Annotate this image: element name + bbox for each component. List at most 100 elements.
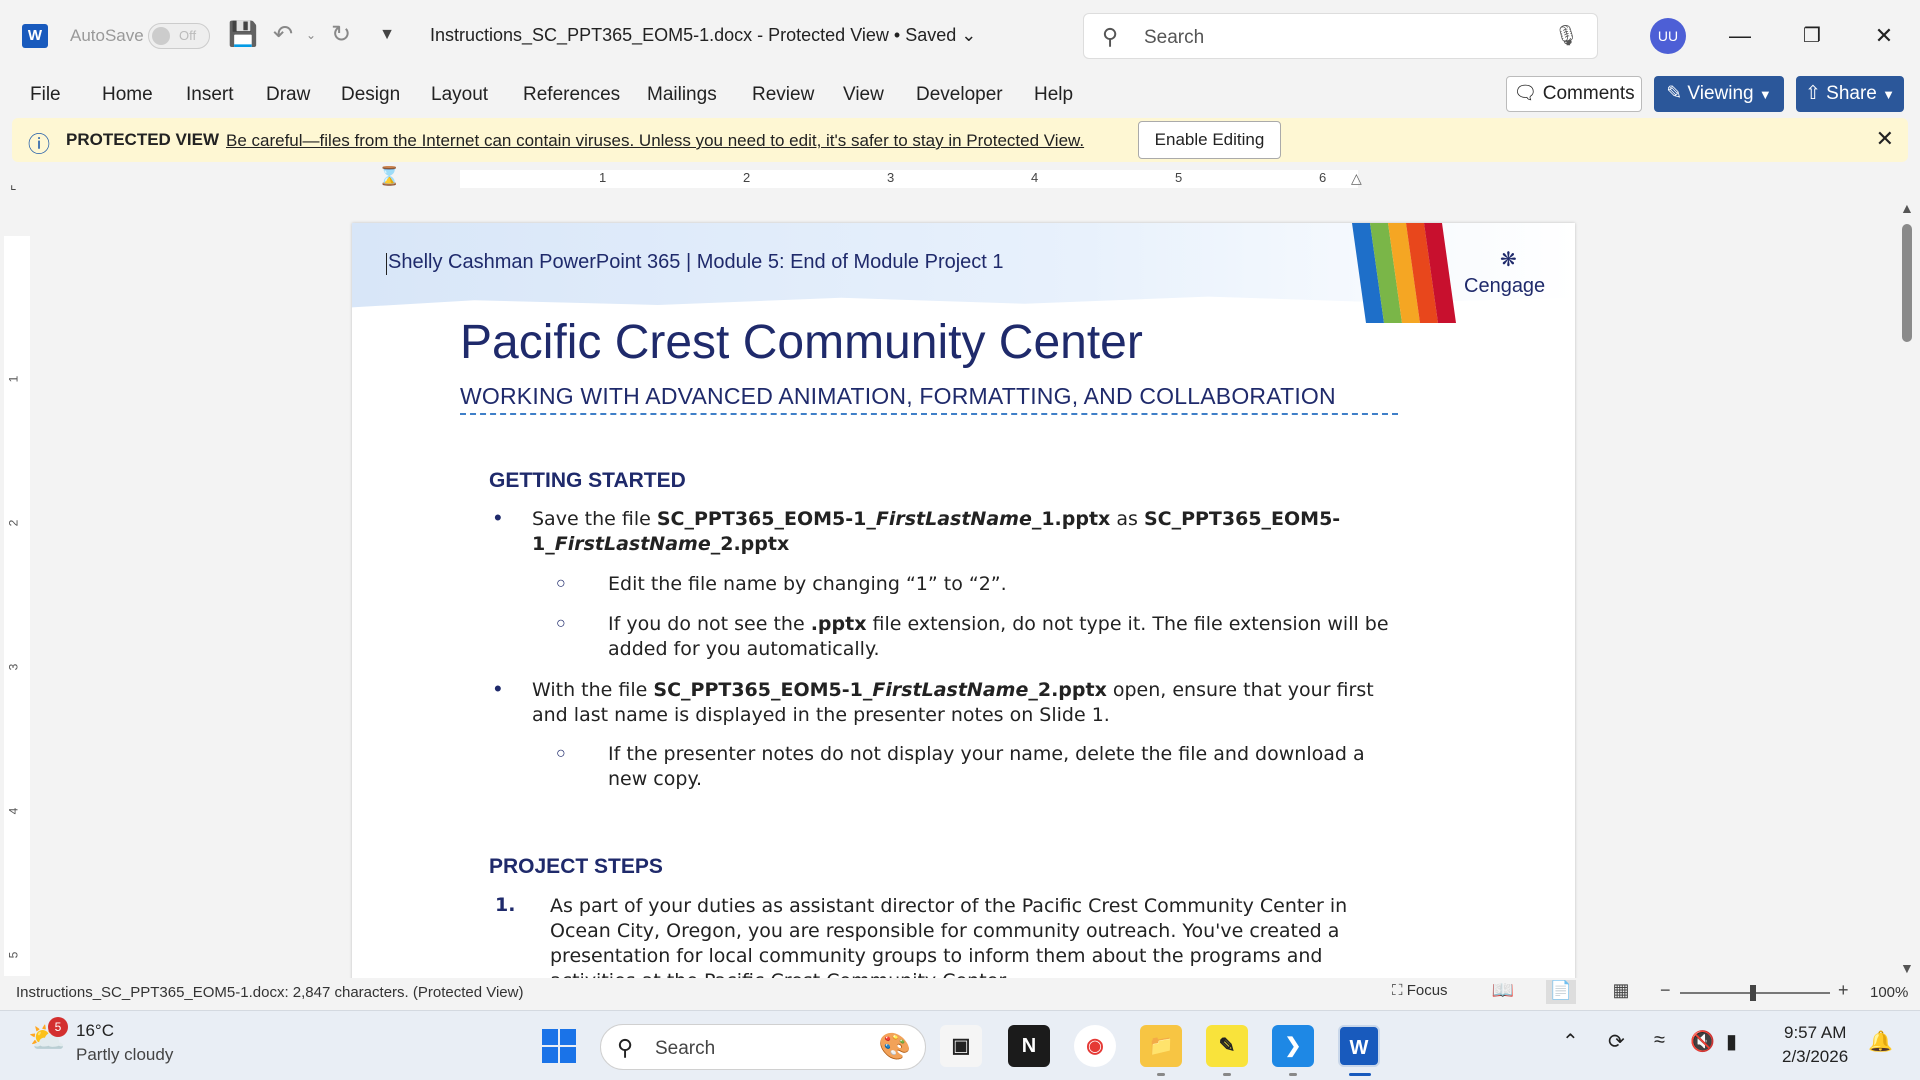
close-icon[interactable]: ✕ [1876, 126, 1894, 152]
clock-time[interactable]: 9:57 AM [1784, 1023, 1846, 1043]
search-box[interactable]: ⚲ Search 🎙 [1083, 13, 1598, 59]
zoom-slider[interactable] [1680, 985, 1830, 1001]
zoom-slider-knob[interactable] [1750, 985, 1756, 1001]
print-layout-icon[interactable]: 📄 [1546, 980, 1576, 1004]
cengage-logo-icon: ❋ [1500, 249, 1517, 271]
search-icon: ⚲ [617, 1035, 634, 1060]
viewing-label: Viewing [1687, 83, 1754, 104]
tab-help[interactable]: Help [1034, 84, 1073, 106]
wifi-icon[interactable]: ≈ [1654, 1029, 1665, 1052]
restore-button[interactable]: ❐ [1792, 18, 1832, 54]
tab-draw[interactable]: Draw [266, 84, 310, 106]
zoom-level[interactable]: 100% [1870, 984, 1908, 1001]
save-icon[interactable]: 💾 [228, 20, 258, 50]
vruler-number: 4 [6, 807, 21, 815]
file-explorer-icon[interactable]: 📁 [1140, 1025, 1182, 1067]
word-app-icon: W [22, 24, 48, 48]
notification-bell-icon[interactable]: 🔔 [1868, 1029, 1893, 1054]
bullet-marker: • [494, 676, 502, 701]
vruler-number: 2 [6, 519, 21, 527]
web-layout-icon[interactable]: ▦ [1606, 980, 1636, 1004]
weather-notification-badge: 5 [48, 1017, 68, 1037]
pen-icon: ✎ [1666, 83, 1683, 104]
undo-dropdown-icon[interactable]: ⌄ [296, 20, 326, 50]
scroll-down-icon[interactable]: ▼ [1900, 960, 1914, 976]
section-heading-getting-started: GETTING STARTED [489, 469, 686, 492]
tray-overflow-icon[interactable]: ⌃ [1562, 1029, 1579, 1054]
notion-app-icon[interactable]: N [1008, 1025, 1050, 1067]
shield-info-icon: ⓘ [28, 132, 51, 157]
autosave-label: AutoSave [70, 26, 144, 45]
vscode-app-icon[interactable]: ❯ [1272, 1025, 1314, 1067]
battery-icon[interactable]: ▮ [1726, 1029, 1737, 1054]
search-placeholder: Search [1144, 27, 1205, 48]
focus-icon: ⛶ [1392, 982, 1403, 999]
tab-mailings[interactable]: Mailings [647, 84, 717, 106]
autosave-toggle[interactable]: Off [148, 23, 210, 49]
tab-design[interactable]: Design [341, 84, 400, 106]
vertical-scrollbar[interactable]: ▲ ▼ [1898, 200, 1918, 976]
tab-home[interactable]: Home [102, 84, 153, 106]
weather-condition[interactable]: Partly cloudy [76, 1045, 173, 1065]
chevron-down-icon: ▼ [1758, 87, 1772, 102]
word-taskbar-icon[interactable]: W [1338, 1025, 1380, 1067]
tab-insert[interactable]: Insert [186, 84, 234, 106]
share-button[interactable]: ⇧ Share ▼ [1796, 76, 1904, 112]
tab-references[interactable]: References [523, 84, 620, 106]
focus-button[interactable]: ⛶ Focus [1392, 982, 1448, 999]
taskbar-search[interactable]: ⚲ Search 🎨 [600, 1024, 926, 1070]
clock-date[interactable]: 2/3/2026 [1782, 1047, 1848, 1067]
scroll-thumb[interactable] [1902, 224, 1912, 342]
tab-layout[interactable]: Layout [431, 84, 488, 106]
document-title[interactable]: Instructions_SC_PPT365_EOM5-1.docx - Pro… [430, 25, 976, 46]
share-icon: ⇧ [1804, 83, 1821, 104]
zoom-in-icon[interactable]: + [1838, 980, 1849, 1001]
start-button[interactable] [542, 1029, 578, 1065]
zoom-out-icon[interactable]: − [1660, 980, 1671, 1001]
viewing-mode-button[interactable]: ✎ Viewing ▼ [1654, 76, 1784, 112]
step-number: 1. [495, 894, 516, 916]
protected-view-message-link[interactable]: Be careful—files from the Internet can c… [226, 131, 1084, 151]
indent-marker-icon[interactable]: ⌛ [378, 166, 400, 187]
tab-file[interactable]: File [30, 84, 61, 106]
active-indicator [1349, 1073, 1371, 1076]
scroll-up-icon[interactable]: ▲ [1900, 200, 1914, 216]
document-page[interactable]: Shelly Cashman PowerPoint 365 | Module 5… [352, 223, 1575, 983]
tab-view[interactable]: View [843, 84, 884, 106]
bullet-save-file: Save the file SC_PPT365_EOM5-1_FirstLast… [532, 508, 1341, 555]
close-window-button[interactable]: ✕ [1864, 18, 1904, 54]
status-info: Instructions_SC_PPT365_EOM5-1.docx: 2,84… [16, 984, 524, 1001]
vertical-ruler [4, 236, 30, 976]
status-bar: Instructions_SC_PPT365_EOM5-1.docx: 2,84… [0, 978, 1920, 1008]
document-subtitle: WORKING WITH ADVANCED ANIMATION, FORMATT… [460, 383, 1336, 409]
sync-icon[interactable]: ⟳ [1608, 1029, 1625, 1054]
ruler-number: 2 [743, 170, 751, 185]
tab-developer[interactable]: Developer [916, 84, 1003, 106]
palette-icon: 🎨 [878, 1031, 911, 1061]
volume-muted-icon[interactable]: 🔇 [1690, 1029, 1715, 1054]
ruler-number: 1 [599, 170, 607, 185]
right-indent-marker-icon[interactable]: △ [1351, 170, 1362, 187]
redo-icon[interactable]: ↻ [326, 20, 356, 50]
chrome-app-icon[interactable]: ◉ [1074, 1025, 1116, 1067]
taskview-app-icon[interactable]: ▣ [940, 1025, 982, 1067]
comments-button[interactable]: 🗨 Comments [1506, 76, 1642, 112]
sticky-notes-icon[interactable]: ✎ [1206, 1025, 1248, 1067]
undo-icon[interactable]: ↶ [268, 20, 298, 50]
ruler-number: 5 [1175, 170, 1183, 185]
user-avatar[interactable]: UU [1650, 18, 1686, 54]
weather-temperature[interactable]: 16°C [76, 1021, 114, 1041]
vruler-number: 5 [6, 951, 21, 959]
bullet-open-file: With the file SC_PPT365_EOM5-1_FirstLast… [532, 679, 1374, 726]
running-indicator [1157, 1073, 1165, 1076]
read-mode-icon[interactable]: 📖 [1488, 980, 1518, 1004]
cengage-brand: Cengage [1464, 275, 1546, 297]
enable-editing-button[interactable]: Enable Editing [1138, 121, 1281, 159]
customize-toolbar-icon[interactable]: ▼ [372, 20, 402, 50]
microphone-icon[interactable]: 🎙 [1554, 23, 1579, 48]
minimize-button[interactable]: — [1720, 18, 1760, 54]
tab-review[interactable]: Review [752, 84, 814, 106]
ruler-number: 6 [1319, 170, 1327, 185]
tab-stop-icon[interactable]: ⌞ [10, 176, 17, 193]
running-indicator [1223, 1073, 1231, 1076]
